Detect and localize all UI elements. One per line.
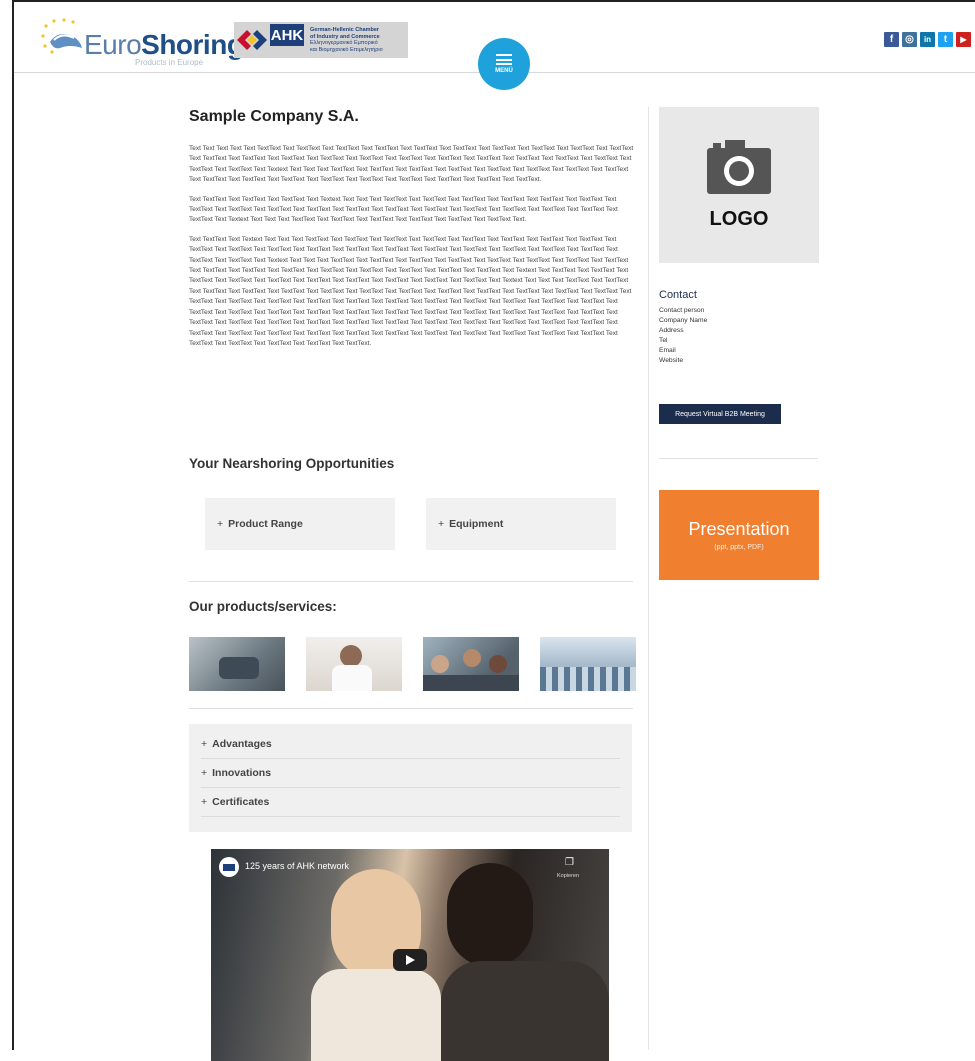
video-person-body bbox=[441, 961, 609, 1061]
plus-icon: + bbox=[201, 738, 208, 750]
sidebar-divider bbox=[648, 107, 649, 1050]
product-gallery bbox=[189, 637, 636, 691]
presentation-title: Presentation bbox=[688, 519, 790, 539]
nearshoring-cards: + Product Range + Equipment bbox=[205, 498, 616, 550]
contact-block: Contact Contact person Company Name Addr… bbox=[659, 289, 707, 366]
description-paragraph: Text Text Text Text Text TextText Text T… bbox=[189, 145, 634, 184]
logo-label: LOGO bbox=[709, 207, 769, 230]
twitter-icon[interactable]: t bbox=[938, 32, 953, 47]
video-player[interactable]: 125 years of AHK network ❐ Kopieren bbox=[211, 849, 609, 1061]
request-meeting-button[interactable]: Request Virtual B2B Meeting bbox=[659, 404, 781, 424]
accordion-certificates[interactable]: + Certificates bbox=[201, 788, 620, 817]
ahk-label: AHK bbox=[270, 24, 304, 46]
menu-button[interactable]: MENÜ bbox=[478, 38, 530, 90]
hamburger-icon bbox=[496, 54, 512, 65]
product-range-card[interactable]: + Product Range bbox=[205, 498, 395, 550]
plus-icon: + bbox=[217, 518, 224, 530]
description-paragraph: Text TextText Text Textext Text Text Tex… bbox=[189, 235, 632, 347]
accordion-label: Certificates bbox=[212, 796, 270, 808]
brand-euro: Euro bbox=[84, 29, 142, 60]
products-heading: Our products/services: bbox=[189, 599, 337, 614]
accordion-innovations[interactable]: + Innovations bbox=[201, 759, 620, 788]
product-image[interactable] bbox=[189, 637, 285, 691]
linkedin-icon[interactable]: in bbox=[920, 32, 935, 47]
card-label: Product Range bbox=[228, 518, 303, 530]
contact-heading: Contact bbox=[659, 289, 697, 301]
plus-icon: + bbox=[438, 518, 445, 530]
contact-company: Company Name bbox=[659, 317, 708, 324]
euroshoring-mark-icon bbox=[40, 18, 84, 56]
contact-website: Website bbox=[659, 357, 684, 364]
contact-email: Email bbox=[659, 347, 676, 354]
social-links: f ◎ in t ▶ bbox=[884, 32, 971, 47]
product-image[interactable] bbox=[423, 637, 519, 691]
accordion-label: Advantages bbox=[212, 738, 272, 750]
play-button[interactable] bbox=[393, 949, 427, 971]
channel-avatar-icon bbox=[219, 857, 239, 877]
presentation-download[interactable]: Presentation (ppt, pptx, PDF) bbox=[659, 490, 819, 580]
section-divider bbox=[189, 708, 633, 709]
nearshoring-heading: Your Nearshoring Opportunities bbox=[189, 456, 395, 471]
presentation-formats: (ppt, pptx, PDF) bbox=[714, 544, 764, 551]
plus-icon: + bbox=[201, 767, 208, 779]
menu-label: MENÜ bbox=[495, 68, 513, 74]
sidebar-separator bbox=[659, 458, 818, 459]
company-name: Sample Company S.A. bbox=[189, 108, 359, 125]
product-image[interactable] bbox=[306, 637, 402, 691]
play-icon bbox=[406, 955, 415, 965]
copy-icon[interactable]: ❐ bbox=[565, 857, 574, 868]
facebook-icon[interactable]: f bbox=[884, 32, 899, 47]
plus-icon: + bbox=[201, 796, 208, 808]
video-title: 125 years of AHK network bbox=[245, 861, 350, 871]
contact-tel: Tel bbox=[659, 337, 668, 344]
camera-icon bbox=[707, 139, 771, 194]
info-accordion: + Advantages + Innovations + Certificates bbox=[189, 724, 632, 832]
youtube-icon[interactable]: ▶ bbox=[956, 32, 971, 47]
equipment-card[interactable]: + Equipment bbox=[426, 498, 616, 550]
copy-label: Kopieren bbox=[557, 873, 580, 879]
instagram-icon[interactable]: ◎ bbox=[902, 32, 917, 47]
description-paragraph: Text TextText Text TextText Text TextTex… bbox=[189, 195, 618, 224]
brand-shoring: Shoring bbox=[141, 29, 244, 60]
brand-tagline: Products in Europe bbox=[135, 58, 204, 67]
product-image[interactable] bbox=[540, 637, 636, 691]
accordion-label: Innovations bbox=[212, 767, 272, 779]
accordion-advantages[interactable]: + Advantages bbox=[201, 730, 620, 759]
video-person bbox=[447, 863, 533, 967]
contact-person: Contact person bbox=[659, 307, 705, 314]
ahk-diamond-icon bbox=[234, 22, 270, 58]
section-divider bbox=[189, 581, 633, 582]
ahk-description: German-Hellenic Chamber of Industry and … bbox=[310, 27, 383, 53]
contact-address: Address bbox=[659, 327, 684, 334]
main-content: Sample Company S.A. Text Text Text Text … bbox=[189, 108, 636, 1061]
video-person-body bbox=[311, 969, 441, 1061]
euroshoring-logo[interactable]: EuroShoring Products in Europe bbox=[40, 18, 244, 67]
company-logo-placeholder: LOGO bbox=[659, 107, 819, 263]
ahk-logo[interactable]: AHK German-Hellenic Chamber of Industry … bbox=[234, 22, 408, 58]
card-label: Equipment bbox=[449, 518, 504, 530]
